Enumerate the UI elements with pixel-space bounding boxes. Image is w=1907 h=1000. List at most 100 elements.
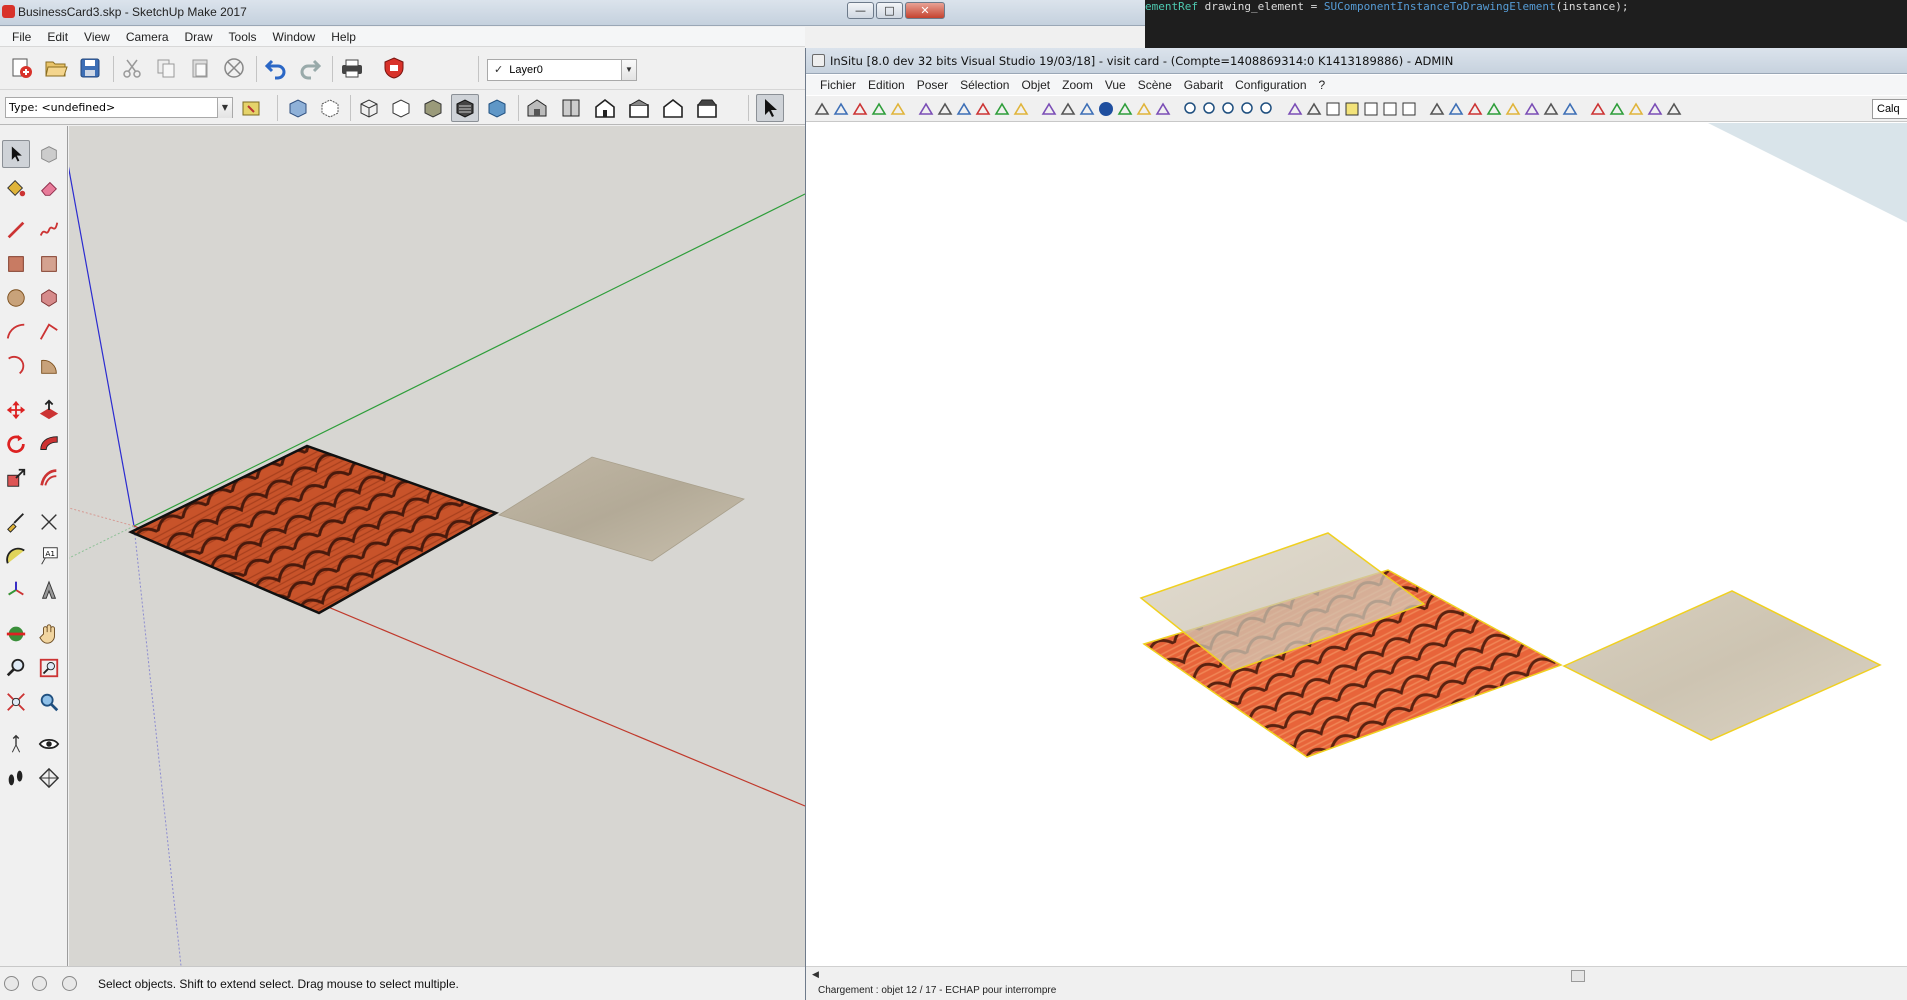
paper-textured-card[interactable] [498,456,745,562]
paper-textured-card[interactable] [1562,590,1882,741]
paste-icon[interactable] [186,54,214,82]
zoom-window-icon[interactable] [35,654,63,682]
mirror-icon[interactable] [1155,101,1171,117]
zoom-window-icon[interactable] [1221,101,1237,117]
credits-icon[interactable] [32,976,47,991]
chevron-down-icon[interactable]: ▼ [217,98,232,118]
erase-icon[interactable] [220,54,248,82]
menu-help[interactable]: Help [323,30,364,44]
zoom-extents-icon[interactable] [1240,101,1256,117]
wall-icon[interactable] [1060,101,1076,117]
follow-me-icon[interactable] [35,430,63,458]
minimize-button[interactable]: — [847,2,874,19]
horizontal-scrollbar[interactable]: ◀ [806,966,1907,984]
menu-help[interactable]: ? [1313,78,1332,92]
menu-view[interactable]: View [76,30,118,44]
zoom-in-icon[interactable] [1183,101,1199,117]
select-icon[interactable] [756,94,784,122]
globe-icon[interactable] [1647,101,1663,117]
new-model-icon[interactable] [8,54,36,82]
arc-icon[interactable] [2,318,30,346]
scrollbar-thumb[interactable] [1571,970,1585,982]
polygon-icon[interactable] [35,284,63,312]
book-icon[interactable] [1628,101,1644,117]
component-icon[interactable] [35,140,63,168]
menu-edition[interactable]: Edition [862,78,911,92]
protractor-icon[interactable] [2,542,30,570]
insitu-titlebar[interactable]: InSitu [8.0 dev 32 bits Visual Studio 19… [806,48,1907,74]
undo-icon[interactable] [994,101,1010,117]
paste-icon[interactable] [975,101,991,117]
menu-vue[interactable]: Vue [1099,78,1132,92]
open-icon[interactable] [42,54,70,82]
offset-icon[interactable] [35,464,63,492]
pdf-icon[interactable] [1609,101,1625,117]
sketchup-viewport[interactable] [69,126,805,966]
menu-tools[interactable]: Tools [221,30,265,44]
menu-edit[interactable]: Edit [39,30,76,44]
measure-icon[interactable] [1079,101,1095,117]
move-icon[interactable] [2,396,30,424]
look-around-icon[interactable] [35,730,63,758]
eraser-icon[interactable] [918,101,934,117]
pie-icon[interactable] [35,352,63,380]
new-icon[interactable] [814,101,830,117]
print-icon[interactable] [338,54,366,82]
menu-file[interactable]: File [4,30,39,44]
scale-icon[interactable] [2,464,30,492]
print-icon[interactable] [871,101,887,117]
calque-button[interactable]: Calq [1872,99,1907,119]
tape-measure-icon[interactable] [2,508,30,536]
info-icon[interactable] [1098,101,1114,117]
scroll-left-icon[interactable]: ◀ [812,969,819,980]
delete-icon[interactable] [1013,101,1029,117]
word-icon[interactable] [1590,101,1606,117]
zoom-icon[interactable] [2,654,30,682]
pan-icon[interactable] [35,620,63,648]
insitu-viewport[interactable] [808,123,1907,966]
zoom-out-icon[interactable] [1202,101,1218,117]
stairs-icon[interactable] [1041,101,1057,117]
line-icon[interactable] [2,216,30,244]
xray-icon[interactable] [284,94,312,122]
box-filled-icon[interactable] [1401,101,1417,117]
rotate-icon[interactable] [2,430,30,458]
chevron-down-icon[interactable]: ▼ [621,60,636,80]
roof-textured-card[interactable] [128,444,500,615]
maximize-button[interactable]: □ [876,2,903,19]
render-icon[interactable] [1287,101,1303,117]
play-icon[interactable] [1486,101,1502,117]
camera-icon[interactable] [1429,101,1445,117]
text-icon[interactable]: A1 [35,542,63,570]
copy-icon[interactable] [152,54,180,82]
paint-icon[interactable] [238,94,266,122]
menu-window[interactable]: Window [265,30,324,44]
menu-scene[interactable]: Scène [1132,78,1178,92]
menu-fichier[interactable]: Fichier [814,78,862,92]
paint-icon[interactable] [1562,101,1578,117]
rectangle-icon[interactable] [2,250,30,278]
save-icon[interactable] [852,101,868,117]
sketchup-titlebar[interactable]: BusinessCard3.skp - SketchUp Make 2017 —… [0,0,1145,26]
back-view-icon[interactable] [659,94,687,122]
back-edges-icon[interactable] [316,94,344,122]
menu-gabarit[interactable]: Gabarit [1178,78,1229,92]
menu-zoom[interactable]: Zoom [1056,78,1099,92]
push-pull-icon[interactable] [35,396,63,424]
open-icon[interactable] [833,101,849,117]
yellow-square-icon[interactable] [1344,101,1360,117]
shaded-textures-icon[interactable] [451,94,479,122]
position-camera-icon[interactable] [2,730,30,758]
box-icon[interactable] [1363,101,1379,117]
menu-configuration[interactable]: Configuration [1229,78,1312,92]
zoom-previous-icon[interactable] [1259,101,1275,117]
light-icon[interactable] [1524,101,1540,117]
copy-icon[interactable] [956,101,972,117]
model-info-icon[interactable] [380,54,408,82]
save-icon[interactable] [76,54,104,82]
freehand-icon[interactable] [35,216,63,244]
circle-icon[interactable] [2,284,30,312]
wireframe-icon[interactable] [355,94,383,122]
redo-icon[interactable] [296,54,324,82]
rotate-icon[interactable] [1136,101,1152,117]
